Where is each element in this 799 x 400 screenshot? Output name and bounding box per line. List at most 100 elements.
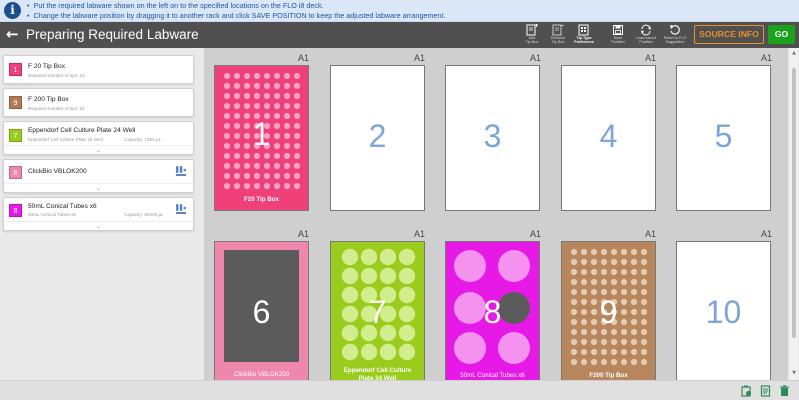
slot-number: 2 bbox=[368, 118, 387, 154]
well-dot bbox=[263, 82, 271, 90]
well-dot bbox=[233, 82, 241, 90]
well-dot bbox=[600, 358, 608, 366]
well-dot bbox=[580, 268, 588, 276]
go-button[interactable]: GO bbox=[768, 25, 795, 44]
slot-number: 1 bbox=[252, 116, 271, 152]
slot-number: 5 bbox=[714, 118, 733, 154]
well-dot bbox=[640, 248, 648, 256]
deck-slot-7[interactable]: 7 Eppendorf Cell Culture Plate 24 Well bbox=[330, 241, 425, 382]
well-dot bbox=[273, 182, 281, 190]
labware-badge: 7 bbox=[9, 129, 22, 142]
labware-list-panel: 1 F 20 Tip Box Required number of tips: … bbox=[0, 48, 198, 400]
slot-labware-name: F20 Tip Box bbox=[244, 196, 279, 203]
well-dot bbox=[580, 248, 588, 256]
labware-requirement: Required number of tips: 24 bbox=[28, 106, 85, 111]
well-dot bbox=[243, 72, 251, 80]
labware-card-cell-culture-plate[interactable]: 7 Eppendorf Cell Culture Plate 24 Well E… bbox=[3, 121, 194, 155]
instruction-line-2: Change the labware position by dragging … bbox=[27, 11, 446, 21]
well-dot bbox=[620, 348, 628, 356]
well-dot bbox=[610, 268, 618, 276]
slot-position-label: A1 bbox=[761, 229, 773, 239]
back-arrow-icon[interactable]: ← bbox=[6, 25, 19, 43]
document-icon[interactable] bbox=[760, 385, 771, 397]
well-dot bbox=[640, 348, 648, 356]
tip-type-preference-button[interactable]: Tip Type Preference bbox=[566, 23, 602, 47]
deck-slot-2[interactable]: 2 bbox=[330, 65, 425, 211]
well-dot bbox=[223, 72, 231, 80]
well-dot bbox=[233, 72, 241, 80]
scrollbar-thumb[interactable] bbox=[792, 68, 796, 338]
well-dot bbox=[640, 358, 648, 366]
labware-card-f200-tip-box[interactable]: 9 F 200 Tip Box Required number of tips:… bbox=[3, 88, 194, 117]
tip-type-preference-icon bbox=[578, 24, 590, 36]
well-dot bbox=[273, 102, 281, 110]
deck-slot-1[interactable]: 1 F20 Tip Box bbox=[214, 65, 309, 211]
plate-check-icon[interactable] bbox=[741, 385, 752, 397]
well-dot bbox=[223, 152, 231, 160]
well-dot bbox=[243, 172, 251, 180]
labware-card-clickbio-vblok200[interactable]: 6 ClickBio VBLOK200 ⌄ bbox=[3, 159, 194, 193]
well-dot bbox=[223, 82, 231, 90]
card-divider bbox=[4, 221, 193, 222]
well-dot bbox=[640, 278, 648, 286]
well-dot bbox=[273, 82, 281, 90]
labware-name: 50mL Conical Tubes x6 bbox=[28, 203, 97, 210]
well-dot bbox=[379, 267, 397, 285]
well-dot bbox=[283, 72, 291, 80]
deck-slot-10[interactable]: 10 bbox=[676, 241, 771, 382]
well-dot bbox=[630, 358, 638, 366]
well-dot bbox=[243, 102, 251, 110]
well-dot bbox=[620, 338, 628, 346]
well-dot bbox=[283, 152, 291, 160]
well-dot bbox=[263, 92, 271, 100]
well-dot bbox=[580, 348, 588, 356]
well-dot bbox=[630, 258, 638, 266]
scroll-up-arrow-icon[interactable]: ▲ bbox=[790, 50, 798, 56]
tube-rack-icon[interactable] bbox=[175, 165, 187, 177]
save-position-icon bbox=[612, 24, 624, 36]
well-dot bbox=[283, 82, 291, 90]
labware-card-conical-tubes[interactable]: 8 50mL Conical Tubes x6 50mL Conical Tub… bbox=[3, 197, 194, 231]
well-dot bbox=[253, 92, 261, 100]
labware-name: Eppendorf Cell Culture Plate 24 Well bbox=[28, 127, 136, 134]
deck-slot-6[interactable]: 6 ClickBio VBLOK200 bbox=[214, 241, 309, 382]
deck-slot-5[interactable]: 5 bbox=[676, 65, 771, 211]
well-dot bbox=[398, 248, 416, 266]
well-dot bbox=[293, 72, 301, 80]
well-dot bbox=[243, 92, 251, 100]
well-dot bbox=[253, 102, 261, 110]
expand-chevron-icon[interactable]: ⌄ bbox=[96, 223, 101, 230]
well-dot bbox=[590, 268, 598, 276]
well-dot bbox=[341, 267, 359, 285]
labware-subtitle: Eppendorf Cell Culture Plate 24 Well bbox=[28, 137, 103, 142]
expand-chevron-icon[interactable]: ⌄ bbox=[96, 147, 101, 154]
well-dot bbox=[630, 268, 638, 276]
labware-badge: 6 bbox=[9, 166, 22, 179]
labware-card-f20-tip-box[interactable]: 1 F 20 Tip Box Required number of tips: … bbox=[3, 55, 194, 84]
deck-slot-4[interactable]: 4 bbox=[561, 65, 656, 211]
well-dot bbox=[580, 258, 588, 266]
tube-rack-icon[interactable] bbox=[175, 203, 187, 215]
instruction-line-1: Put the required labware shown on the le… bbox=[27, 1, 445, 11]
deck-scrollbar[interactable]: ▲ ▼ bbox=[790, 48, 798, 380]
well-dot bbox=[570, 348, 578, 356]
well-dot bbox=[640, 268, 648, 276]
scroll-down-arrow-icon[interactable]: ▼ bbox=[790, 370, 798, 376]
well-dot bbox=[243, 152, 251, 160]
well-dot bbox=[233, 172, 241, 180]
well-dot bbox=[273, 172, 281, 180]
source-info-button[interactable]: SOURCE INFO bbox=[694, 25, 764, 44]
trash-icon[interactable] bbox=[779, 385, 790, 397]
well-dot bbox=[263, 172, 271, 180]
deck-slot-9[interactable]: 9 F200 Tip Box bbox=[561, 241, 656, 382]
well-dot bbox=[263, 162, 271, 170]
well-dot bbox=[580, 358, 588, 366]
well-dot bbox=[570, 358, 578, 366]
expand-chevron-icon[interactable]: ⌄ bbox=[96, 185, 101, 192]
slot-position-label: A1 bbox=[645, 229, 657, 239]
deck-slot-3[interactable]: 3 bbox=[445, 65, 540, 211]
reset-suggestion-button[interactable]: Reset to FLO Suggestion bbox=[657, 23, 693, 47]
deck-slot-8[interactable]: 8 50mL Conical Tubes x6 bbox=[445, 241, 540, 382]
well-dot bbox=[360, 343, 378, 361]
well-dot bbox=[263, 182, 271, 190]
